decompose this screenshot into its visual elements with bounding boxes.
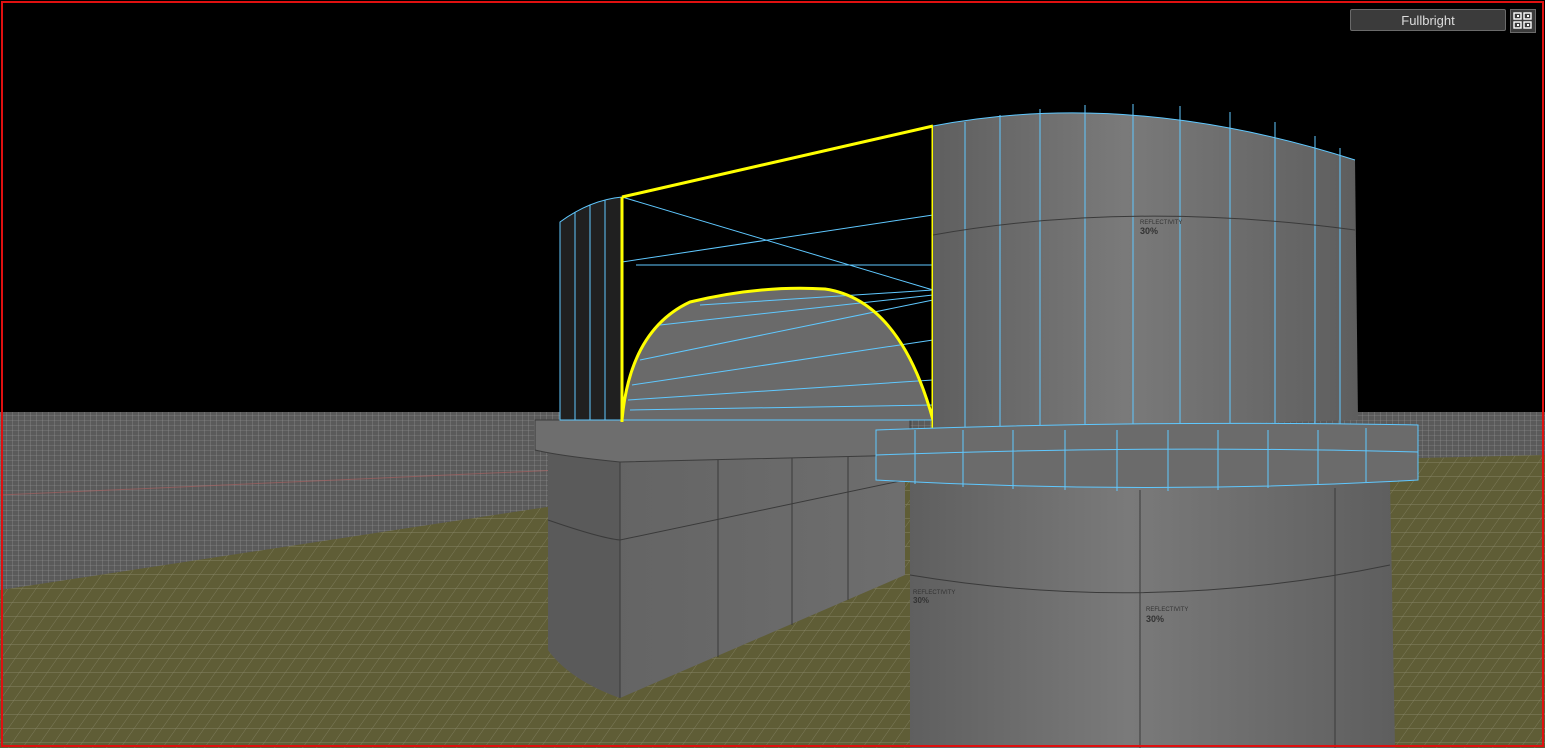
layout-toggle-button[interactable] [1510,9,1536,33]
render-mode-button[interactable]: Fullbright [1350,9,1506,31]
arch-passage[interactable] [559,196,934,421]
right-cylinder[interactable] [875,104,1419,748]
grid-layout-icon [1513,12,1532,29]
3d-viewport[interactable]: REFLECTIVITY 30% REFLECTIVITY 30% REFLEC… [0,0,1545,748]
texture-label-value: 30% [1146,614,1164,624]
texture-label-title: REFLECTIVITY [1146,607,1188,613]
texture-label-value: 30% [913,596,929,605]
texture-label-value: 30% [1140,226,1158,236]
scene-canvas[interactable]: REFLECTIVITY 30% REFLECTIVITY 30% REFLEC… [0,0,1545,748]
